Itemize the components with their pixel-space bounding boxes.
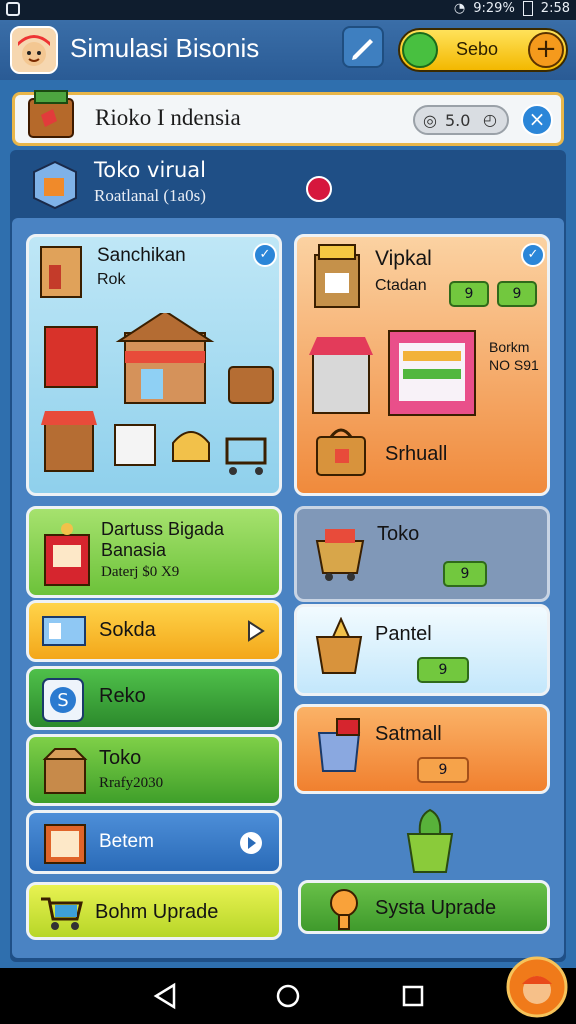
basket-icon — [315, 529, 365, 581]
notification-icon — [6, 2, 20, 16]
wifi-icon: ◔ — [453, 1, 466, 16]
store-header: Rioko I ndensia ◎ 5.0 ◴ × — [12, 90, 564, 146]
card-title: Toko — [99, 747, 142, 769]
signal-text: 9:29% — [473, 1, 515, 16]
kiosk-icon — [44, 523, 90, 586]
card-title: Toko — [377, 523, 420, 545]
app-avatar[interactable] — [10, 26, 58, 74]
card-title: Betem — [99, 831, 154, 852]
check-icon: ✓ — [521, 243, 545, 267]
shop-buildings-icon — [41, 313, 274, 475]
close-button[interactable]: × — [521, 104, 553, 136]
side-text-2: NO S91 — [489, 357, 539, 373]
grocery-bag-icon — [315, 617, 363, 674]
edit-button[interactable] — [342, 26, 384, 68]
side-text-1: Borkm — [489, 339, 530, 355]
picture-frame-icon — [44, 824, 86, 864]
card-subtitle: Ctadan — [375, 277, 427, 294]
card-reko[interactable]: S Reko — [26, 666, 282, 730]
card-dartuss[interactable]: Dartuss Bigada Banasia Daterj $0 X9 — [26, 506, 282, 598]
box-icon — [42, 616, 86, 646]
trash-bin-icon — [317, 718, 361, 772]
card-title: Sokda — [99, 619, 156, 641]
badge-value: 9 — [438, 762, 448, 778]
lightbulb-icon — [330, 889, 358, 930]
card-betem[interactable]: Betem — [26, 810, 282, 874]
badge-value: 9 — [438, 662, 448, 678]
coin-small-icon: ◎ — [423, 111, 437, 130]
shopping-bag-icon — [316, 428, 366, 476]
card-sokda[interactable]: Sokda — [26, 600, 282, 662]
badge-value: 9 — [464, 286, 474, 302]
stat-badge: 9 — [417, 657, 469, 683]
card-subtitle: Daterj $0 X9 — [101, 564, 180, 580]
shop-sign-icon — [40, 246, 82, 298]
stat-badge: 9 — [443, 561, 487, 587]
clock: 2:58 — [540, 1, 570, 16]
card-title: Pantel — [375, 623, 432, 645]
systa-upgrade-button[interactable]: Systa Uprade — [298, 880, 550, 934]
card-title: Sanchikan — [97, 245, 186, 266]
card-title-line1: Dartuss Bigada — [101, 519, 225, 539]
cardboard-box-icon — [42, 748, 88, 794]
stat-badge: 9 — [497, 281, 537, 307]
card-title: Reko — [99, 685, 146, 707]
card-title: Vipkal — [375, 247, 432, 270]
back-icon[interactable] — [152, 982, 178, 1010]
alert-icon[interactable] — [306, 176, 332, 202]
crate-icon — [28, 90, 74, 138]
chevron-right-icon[interactable] — [239, 831, 263, 855]
card-subtitle: Rrafy2030 — [99, 775, 164, 791]
app-title: Simulasi Bisonis — [70, 33, 260, 63]
coin-label: Sebo — [456, 39, 499, 59]
store-cube-icon — [33, 160, 77, 210]
navigation-bar — [0, 956, 576, 1024]
virtual-store-subtitle: Roatlanal (1a0s) — [94, 186, 206, 205]
battery-icon — [522, 1, 533, 16]
card-subtitle: Rok — [97, 271, 126, 288]
rating-value: 5.0 — [445, 111, 471, 130]
card-pantel[interactable]: Pantel 9 — [294, 604, 550, 696]
rating-pill: ◎ 5.0 ◴ — [413, 105, 509, 135]
home-icon[interactable] — [275, 982, 301, 1010]
pencil-icon — [352, 39, 373, 60]
cart-icon — [41, 897, 83, 930]
plant-pot-icon — [406, 808, 454, 873]
card-title: Satmall — [375, 723, 442, 745]
check-icon: ✓ — [253, 243, 277, 267]
card-title: Systa Uprade — [375, 897, 497, 919]
card-satmall[interactable]: Satmall 9 — [294, 704, 550, 794]
badge-value: 9 — [460, 566, 470, 582]
card-title-line2: Banasia — [101, 540, 167, 560]
bohm-upgrade-button[interactable]: Bohm Uprade — [26, 882, 282, 940]
add-coins-button[interactable]: + — [528, 32, 564, 68]
gauge-icon: ◴ — [483, 110, 497, 129]
store-name: Rioko I ndensia — [95, 105, 241, 130]
s-logo-icon: S — [42, 678, 84, 722]
card-toko-box[interactable]: Toko Rrafy2030 — [26, 734, 282, 806]
market-stall-icon — [309, 330, 476, 416]
virtual-store-title: Toko virual — [94, 158, 206, 182]
character-avatar-button[interactable] — [506, 956, 568, 1018]
app-bar: Simulasi Bisonis Sebo + — [0, 20, 576, 80]
recents-icon[interactable] — [400, 982, 426, 1010]
coin-balance[interactable]: Sebo + — [398, 28, 568, 72]
chevron-right-icon[interactable] — [243, 619, 267, 643]
status-bar: ◔ 9:29% 2:58 — [0, 0, 576, 20]
card-title: Bohm Uprade — [95, 901, 219, 923]
svg-text:S: S — [57, 690, 68, 711]
badge-value: 9 — [512, 286, 522, 302]
coin-icon — [402, 32, 438, 68]
card-bottom-label: Srhuall — [385, 443, 448, 465]
card-toko-cart[interactable]: Toko 9 — [294, 506, 550, 602]
card-sanchikan[interactable]: Sanchikan Rok ✓ — [26, 234, 282, 496]
stat-badge: 9 — [417, 757, 469, 783]
store-building-icon — [314, 244, 360, 308]
card-vipkal[interactable]: Vipkal Ctadan ✓ 9 9 Borkm NO S91 Srhuall — [294, 234, 550, 496]
stat-badge: 9 — [449, 281, 489, 307]
